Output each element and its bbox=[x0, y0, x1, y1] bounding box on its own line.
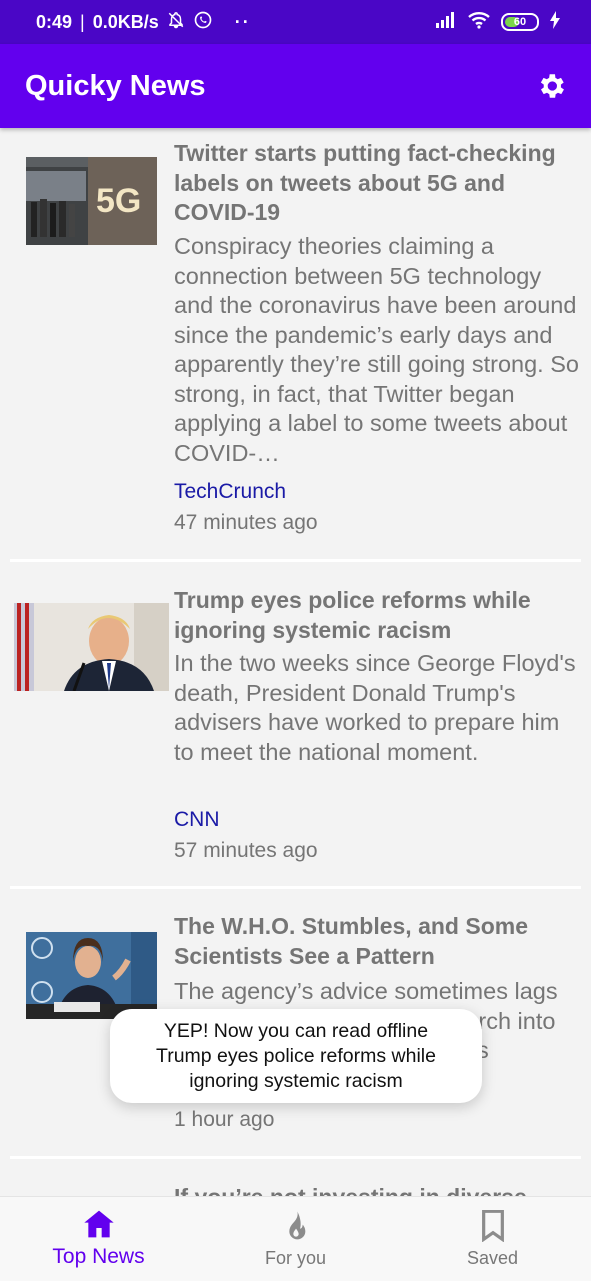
status-time: 0:49 bbox=[36, 11, 73, 32]
bottom-navigation: Top News For you Saved bbox=[0, 1196, 591, 1281]
article-card[interactable]: If you’re not investing in diverse bbox=[10, 1159, 581, 1196]
article-time: 47 minutes ago bbox=[174, 511, 318, 534]
battery-level: 60 bbox=[513, 16, 527, 28]
status-bar: 0:49 | 0.0KB/s ·· 60 bbox=[0, 0, 591, 44]
article-card[interactable]: Trump eyes police reforms while ignoring… bbox=[10, 562, 581, 886]
article-headline: Trump eyes police reforms while ignoring… bbox=[174, 587, 531, 643]
article-time: 57 minutes ago bbox=[174, 839, 318, 862]
article-summary: In the two weeks since George Floyd's de… bbox=[174, 650, 576, 765]
nav-label: For you bbox=[264, 1247, 327, 1268]
article-source-link[interactable]: CNN bbox=[174, 808, 220, 832]
flame-icon bbox=[288, 1210, 305, 1239]
nav-saved[interactable]: Saved bbox=[394, 1197, 591, 1281]
home-icon bbox=[83, 1210, 114, 1238]
article-card[interactable]: 5G Twitter starts putting fact-checking … bbox=[10, 128, 581, 559]
wifi-icon bbox=[467, 11, 491, 34]
toast-line: Trump eyes police reforms while bbox=[156, 1044, 436, 1067]
bell-off-icon bbox=[167, 11, 185, 34]
article-headline: Twitter starts putting fact-checking lab… bbox=[174, 140, 556, 225]
settings-button[interactable] bbox=[531, 66, 571, 106]
whatsapp-icon bbox=[193, 10, 213, 35]
thumb-5g-text: 5G bbox=[96, 182, 141, 220]
article-thumbnail bbox=[14, 603, 169, 691]
nav-label: Top News bbox=[52, 1245, 145, 1268]
battery-icon: 60 bbox=[501, 13, 539, 31]
toast-line: ignoring systemic racism bbox=[189, 1069, 403, 1092]
article-thumbnail: 5G bbox=[26, 157, 157, 245]
bookmark-icon bbox=[481, 1209, 504, 1242]
dots-icon: ·· bbox=[234, 11, 251, 32]
app-title: Quicky News bbox=[25, 69, 206, 102]
gear-icon bbox=[540, 74, 564, 98]
article-headline: The W.H.O. Stumbles, and Some Scientists… bbox=[174, 913, 528, 969]
status-right: 60 bbox=[435, 10, 561, 34]
toast-message: YEP! Now you can read offline Trump eyes… bbox=[110, 1009, 482, 1103]
toast-line: YEP! Now you can read offline bbox=[163, 1019, 429, 1042]
app-bar: Quicky News bbox=[0, 44, 591, 128]
nav-top-news[interactable]: Top News bbox=[0, 1197, 197, 1281]
article-time: 1 hour ago bbox=[174, 1108, 275, 1131]
status-left: 0:49 | 0.0KB/s ·· bbox=[36, 10, 251, 35]
article-summary: Conspiracy theories claiming a connectio… bbox=[174, 233, 579, 466]
status-separator: | bbox=[80, 11, 85, 32]
article-source-link[interactable]: TechCrunch bbox=[174, 480, 286, 504]
signal-icon bbox=[435, 11, 457, 33]
article-headline: If you’re not investing in diverse bbox=[174, 1183, 584, 1196]
article-thumbnail bbox=[26, 932, 157, 1019]
nav-label: Saved bbox=[466, 1247, 519, 1268]
charging-icon bbox=[549, 10, 561, 34]
nav-for-you[interactable]: For you bbox=[197, 1197, 394, 1281]
status-speed: 0.0KB/s bbox=[92, 11, 159, 32]
